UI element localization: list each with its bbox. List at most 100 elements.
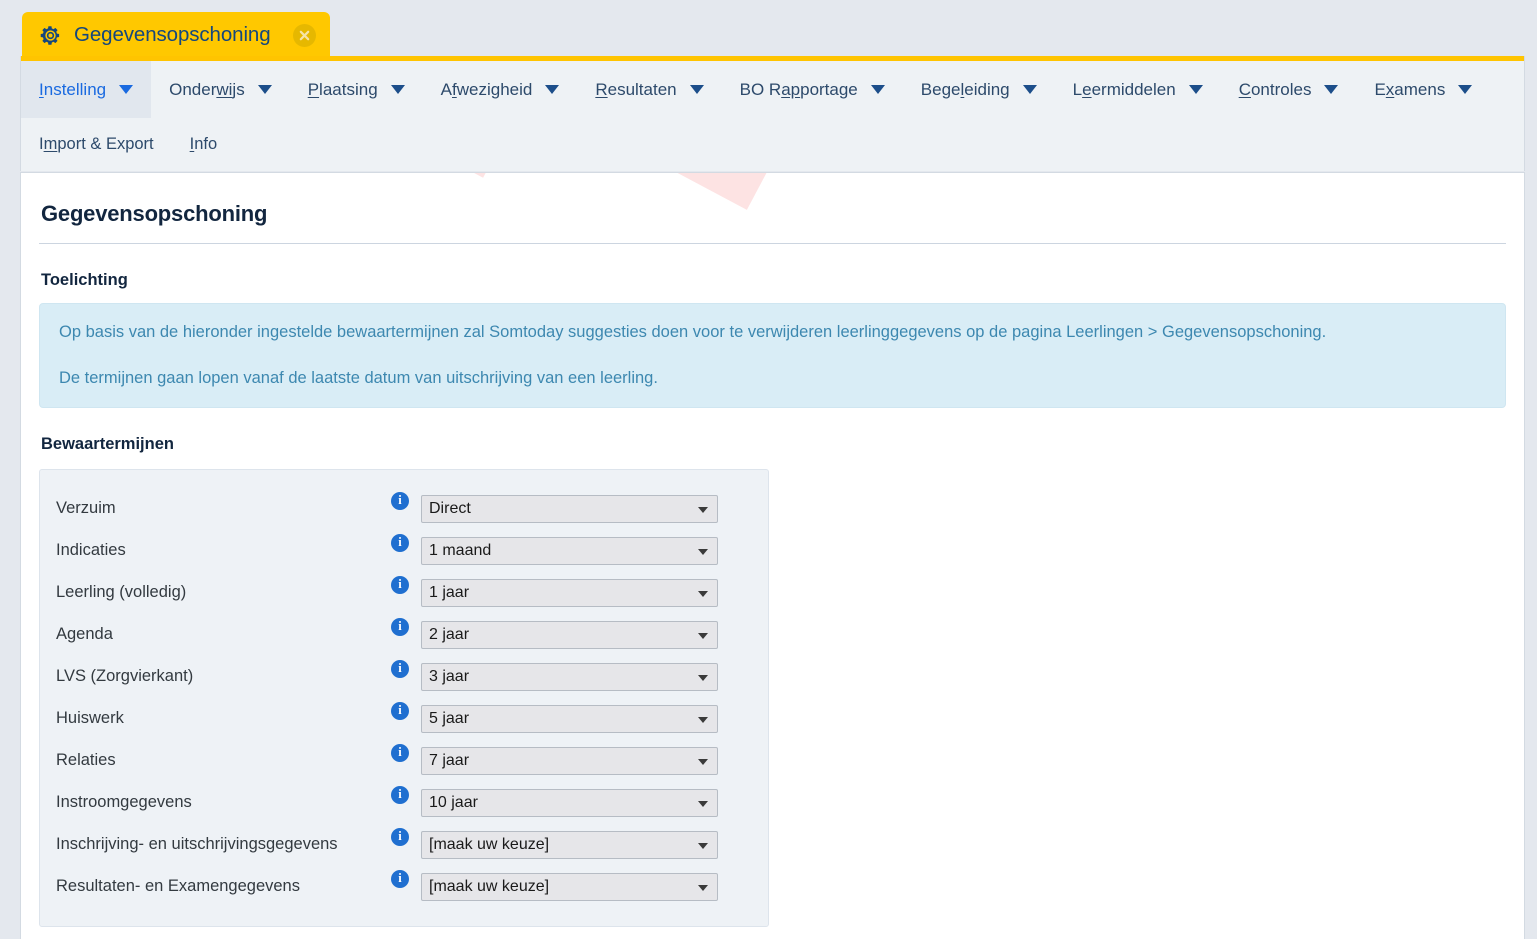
info-icon[interactable]: i: [391, 617, 409, 636]
nav-item-onderwijs[interactable]: Onderwijs: [151, 61, 290, 118]
retention-label: Inschrijving- en uitschrijvingsgegevens: [56, 835, 338, 854]
retention-select[interactable]: 2 jaar: [421, 620, 718, 649]
retention-row: LVS (Zorgvierkant) i 3 jaar: [40, 656, 768, 698]
browser-tab-strip: Gegevensopschoning: [0, 0, 1537, 58]
retention-select[interactable]: 7 jaar: [421, 746, 718, 775]
app-tab-gegevensopschoning[interactable]: Gegevensopschoning: [22, 12, 330, 58]
info-icon[interactable]: i: [391, 491, 409, 510]
retention-row: Verzuim i Direct: [40, 488, 768, 530]
explanation-heading: Toelichting: [41, 271, 128, 289]
retention-row: Agenda i 2 jaar: [40, 614, 768, 656]
chevron-down-icon: [698, 884, 708, 891]
retention-settings-panel: Verzuim i Direct Indicaties i 1 maand Leerling…: [39, 468, 769, 927]
retention-label: Instroomgegevens: [56, 793, 192, 812]
nav-item-examens[interactable]: Examens: [1356, 61, 1490, 118]
nav-subitem-info[interactable]: Info: [172, 118, 236, 171]
page-content: TEST Gegevensopschoning Toelichting Op b…: [20, 172, 1525, 939]
page-title: Gegevensopschoning: [41, 201, 268, 226]
nav-item-label: Begeleiding: [920, 79, 1010, 99]
nav-item-label: Resultaten: [595, 79, 677, 99]
chevron-down-icon: [119, 85, 134, 94]
retention-select-value: 3 jaar: [429, 667, 470, 685]
retention-label: Indicaties: [56, 541, 126, 560]
nav-item-leermiddelen[interactable]: Leermiddelen: [1055, 61, 1221, 118]
retention-row: Leerling (volledig) i 1 jaar: [40, 572, 768, 614]
chevron-down-icon: [390, 85, 405, 94]
chevron-down-icon: [545, 85, 560, 94]
app-tab-label: Gegevensopschoning: [74, 23, 271, 46]
nav-item-resultaten[interactable]: Resultaten: [577, 61, 721, 118]
info-icon[interactable]: i: [391, 869, 409, 888]
nav-primary-row: Instelling Onderwijs Plaatsing Afwezigheid R…: [21, 61, 1524, 118]
nav-subitem-label: Info: [189, 135, 218, 153]
retention-select[interactable]: [maak uw keuze]: [421, 872, 718, 901]
retention-select-value: 7 jaar: [429, 751, 470, 769]
info-icon[interactable]: i: [391, 743, 409, 762]
nav-item-instelling[interactable]: Instelling: [21, 61, 152, 118]
retention-select[interactable]: 10 jaar: [421, 788, 718, 817]
nav-item-afwezigheid[interactable]: Afwezigheid: [423, 61, 578, 118]
nav-item-label: Examens: [1374, 79, 1446, 99]
retention-label: Leerling (volledig): [56, 583, 187, 602]
chevron-down-icon: [698, 506, 708, 513]
retention-select[interactable]: 1 maand: [421, 536, 718, 565]
retention-label: Huiswerk: [56, 709, 124, 728]
retention-row: Resultaten- en Examengegevens i [maak uw k…: [40, 866, 768, 908]
retention-select[interactable]: 5 jaar: [421, 704, 718, 733]
retention-select[interactable]: 1 jaar: [421, 578, 718, 607]
info-icon[interactable]: i: [391, 701, 409, 720]
explanation-line-1: Op basis van de hieronder ingestelde bew…: [59, 323, 1327, 341]
retention-row: Instroomgegevens i 10 jaar: [40, 782, 768, 824]
chevron-down-icon: [1188, 85, 1203, 94]
retention-label: LVS (Zorgvierkant): [56, 667, 194, 686]
retention-select-value: Direct: [429, 499, 471, 517]
retention-label: Agenda: [56, 625, 113, 644]
retention-select[interactable]: 3 jaar: [421, 662, 718, 691]
retention-row: Relaties i 7 jaar: [40, 740, 768, 782]
retention-select-value: [maak uw keuze]: [429, 835, 550, 853]
main-navigation: Instelling Onderwijs Plaatsing Afwezigheid R…: [20, 56, 1525, 171]
retention-row: Inschrijving- en uitschrijvingsgegevens i…: [40, 824, 768, 866]
nav-subitem-label: Import & Export: [39, 135, 154, 153]
nav-item-label: Leermiddelen: [1072, 79, 1176, 99]
chevron-down-icon: [870, 85, 885, 94]
retention-select[interactable]: [maak uw keuze]: [421, 830, 718, 859]
nav-item-controles[interactable]: Controles: [1221, 61, 1357, 118]
nav-item-label: Plaatsing: [307, 79, 378, 99]
chevron-down-icon: [698, 716, 708, 723]
retention-label: Verzuim: [56, 499, 116, 518]
retention-select-value: 2 jaar: [429, 625, 470, 643]
chevron-down-icon: [1458, 85, 1473, 94]
retention-select-value: 5 jaar: [429, 709, 470, 727]
nav-item-label: Instelling: [39, 79, 107, 99]
chevron-down-icon: [698, 800, 708, 807]
nav-item-label: Onderwijs: [169, 79, 245, 99]
nav-item-begeleiding[interactable]: Begeleiding: [903, 61, 1055, 118]
info-icon[interactable]: i: [391, 785, 409, 804]
info-icon[interactable]: i: [391, 533, 409, 552]
retention-label: Resultaten- en Examengegevens: [56, 877, 300, 896]
retention-select-value: 10 jaar: [429, 793, 478, 811]
info-icon[interactable]: i: [391, 827, 409, 846]
chevron-down-icon: [257, 85, 272, 94]
retention-select[interactable]: Direct: [421, 494, 718, 523]
nav-item-plaatsing[interactable]: Plaatsing: [290, 61, 423, 118]
chevron-down-icon: [698, 758, 708, 765]
retention-row: Indicaties i 1 maand: [40, 530, 768, 572]
explanation-info-box: Op basis van de hieronder ingestelde bew…: [39, 303, 1506, 408]
close-icon[interactable]: [292, 23, 316, 47]
info-icon[interactable]: i: [391, 659, 409, 678]
chevron-down-icon: [1324, 85, 1339, 94]
explanation-line-2: De termijnen gaan lopen vanaf de laatste…: [59, 368, 658, 387]
nav-secondary-row: Import & Export Info: [21, 118, 1524, 171]
nav-item-label: Controles: [1238, 79, 1312, 99]
nav-item-label: Afwezigheid: [440, 79, 533, 99]
nav-subitem-import-export[interactable]: Import & Export: [21, 118, 172, 171]
info-icon[interactable]: i: [391, 575, 409, 594]
retention-select-value: 1 jaar: [429, 583, 470, 601]
gear-icon: [38, 23, 62, 47]
retention-select-value: 1 maand: [429, 541, 492, 559]
nav-item-label: BO Rapportage: [739, 79, 858, 99]
nav-item-bo-rapportage[interactable]: BO Rapportage: [722, 61, 903, 118]
chevron-down-icon: [689, 85, 704, 94]
